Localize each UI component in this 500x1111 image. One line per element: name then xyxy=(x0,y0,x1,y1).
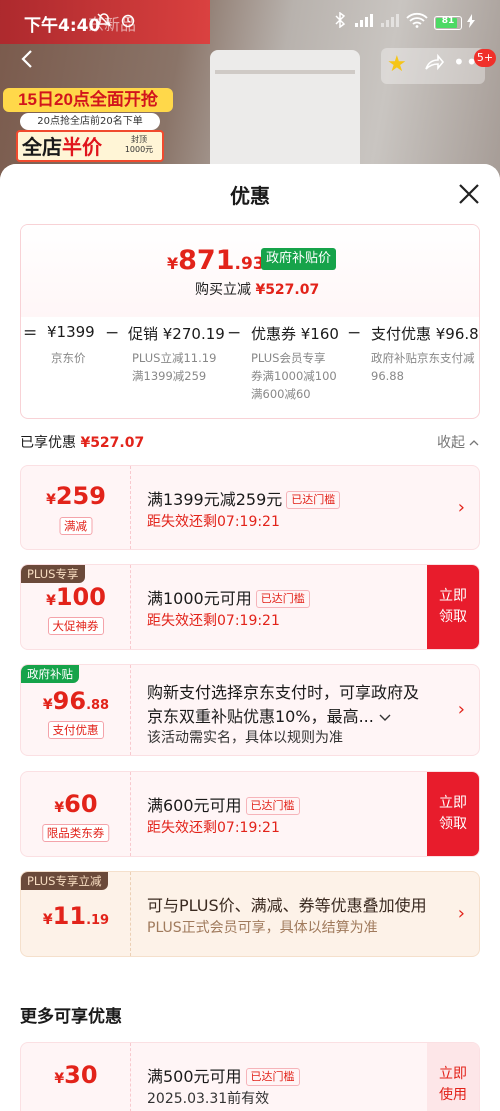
breakdown-promotion: 促销 ¥270.19 PLUS立减11.19 满1399减259 xyxy=(128,325,225,383)
status-bar: 下午4:40 东新品 81 xyxy=(0,8,500,38)
use-button[interactable]: 立即使用 xyxy=(427,1043,479,1111)
coupon-amount: ¥30 xyxy=(54,1061,98,1089)
equals-operator: = xyxy=(23,323,38,343)
message-badge: 5+ xyxy=(474,49,496,67)
plus-reduce-flag: PLUS专享立减 xyxy=(21,872,108,890)
threshold-badge: 已达门槛 xyxy=(245,797,300,815)
back-arrow-icon xyxy=(21,50,32,68)
coupon-card[interactable]: ¥100 大促神券 PLUS专享 满1000元可用 已达门槛 距失效还剩07:19… xyxy=(20,564,480,650)
price-breakdown: = ¥1399 京东价 − 促销 ¥270.19 PLUS立减11.19 满13… xyxy=(21,323,480,418)
sheet-title: 优惠 xyxy=(230,184,270,208)
reduce-line: 购买立减 ¥527.07 xyxy=(195,282,320,298)
coupon-amount: ¥96.88 xyxy=(42,687,110,715)
promo-subline: 20点抢全店前20名下单 xyxy=(20,113,160,130)
coupon-title: 满600元可用 已达门槛 xyxy=(147,792,300,816)
minus-operator: − xyxy=(105,323,120,343)
charging-icon xyxy=(466,14,476,32)
plus-exclusive-flag: PLUS专享 xyxy=(21,565,85,583)
signal-icon xyxy=(354,12,376,32)
coupon-type: 支付优惠 xyxy=(47,721,104,739)
battery-indicator: 81 xyxy=(434,16,462,30)
more-discounts-title: 更多可享优惠 xyxy=(20,1007,122,1027)
chevron-right-icon: › xyxy=(457,903,465,924)
gov-subsidy-tag: 政府补贴价 xyxy=(261,248,337,270)
top-action-pill: ★ ••• xyxy=(381,48,490,84)
coupon-amount-area: ¥259 满减 xyxy=(21,466,131,549)
coupon-type: 限品类东券 xyxy=(41,824,110,842)
breakdown-coupon: 优惠券 ¥160 PLUS会员专享 券满1000减100 满600减60 xyxy=(251,325,339,401)
coupon-note: 该活动需实名，具体以规则为准 xyxy=(147,730,343,746)
coupon-title: 可与PLUS价、满减、券等优惠叠加使用 xyxy=(147,896,427,915)
coupon-card[interactable]: ¥96.88 支付优惠 政府补贴 购新支付选择京东支付时，可享政府及 京东双重补… xyxy=(20,664,480,756)
promo-big-text: 全店半价 xyxy=(22,135,102,159)
back-button[interactable] xyxy=(12,48,42,78)
promo-banner: 15日20点全面开抢 20点抢全店前20名下单 全店半价 封顶1000元 xyxy=(0,88,175,164)
coupon-title-line2: 京东双重补贴优惠10%，最高... xyxy=(147,703,391,727)
final-price: ¥871.93 xyxy=(167,245,265,276)
coupon-title: 满500元可用 已达门槛 xyxy=(147,1063,300,1087)
battery-text: 81 xyxy=(441,16,455,26)
minus-operator: − xyxy=(227,323,242,343)
coupon-type: 大促神券 xyxy=(47,617,104,635)
promo-cap: 封顶1000元 xyxy=(124,135,154,154)
coupon-amount: ¥11.19 xyxy=(42,902,110,930)
coupon-amount: ¥259 xyxy=(46,482,106,510)
coupon-card[interactable]: ¥30 满500元可用 已达门槛 2025.03.31前有效 立即使用 xyxy=(20,1042,480,1111)
close-button[interactable] xyxy=(455,180,483,208)
coupon-title: 满1000元可用 已达门槛 xyxy=(147,585,310,609)
wifi-icon xyxy=(406,12,428,32)
coupon-countdown: 距失效还剩07:19:21 xyxy=(147,613,280,629)
gov-subsidy-flag: 政府补贴 xyxy=(21,665,79,683)
chevron-up-icon xyxy=(469,440,479,446)
coupon-card[interactable]: ¥60 限品类东券 满600元可用 已达门槛 距失效还剩07:19:21 立即领取 xyxy=(20,771,480,857)
close-icon xyxy=(459,184,479,204)
alarm-icon xyxy=(120,12,136,32)
bluetooth-icon xyxy=(334,11,346,32)
collapse-button[interactable]: 收起 xyxy=(437,432,479,452)
coupon-card[interactable]: ¥11.19 PLUS专享立减 可与PLUS价、满减、券等优惠叠加使用 PLUS… xyxy=(20,871,480,957)
coupon-amount: ¥100 xyxy=(46,583,106,611)
breakdown-list-price: ¥1399 京东价 xyxy=(47,323,95,365)
expand-chevron-icon[interactable] xyxy=(379,714,391,722)
breakdown-payment: 支付优惠 ¥96.88 政府补贴京东支付减 96.88 xyxy=(371,325,480,383)
mute-icon xyxy=(96,12,112,32)
threshold-badge: 已达门槛 xyxy=(255,590,310,608)
coupon-type: 满减 xyxy=(59,517,92,535)
favorite-star-icon[interactable]: ★ xyxy=(387,52,407,77)
enjoyed-discount: 已享优惠 ¥527.07 xyxy=(20,435,145,451)
claim-button[interactable]: 立即领取 xyxy=(427,772,479,856)
coupon-amount-area: ¥30 xyxy=(21,1043,131,1111)
product-image-detail xyxy=(215,70,355,74)
coupon-note: PLUS正式会员可享，具体以结算为准 xyxy=(147,920,378,936)
discount-sheet: 优惠 ¥871.93 政府补贴价 购买立减 ¥527.07 = ¥1399 京东… xyxy=(0,164,500,1111)
coupon-amount-area: ¥60 限品类东券 xyxy=(21,772,131,856)
claim-button[interactable]: 立即领取 xyxy=(427,565,479,649)
chevron-right-icon: › xyxy=(457,497,465,518)
coupon-card[interactable]: ¥259 满减 满1399元减259元 已达门槛 距失效还剩07:19:21 › xyxy=(20,465,480,550)
coupon-validity: 2025.03.31前有效 xyxy=(147,1091,270,1107)
signal-2-icon xyxy=(380,12,402,32)
coupon-title: 满1399元减259元 已达门槛 xyxy=(147,486,341,510)
coupon-title: 购新支付选择京东支付时，可享政府及 xyxy=(147,683,420,702)
promo-box: 全店半价 封顶1000元 xyxy=(16,130,164,162)
chevron-right-icon: › xyxy=(457,699,465,720)
minus-operator: − xyxy=(347,323,362,343)
price-summary: ¥871.93 政府补贴价 购买立减 ¥527.07 = ¥1399 京东价 −… xyxy=(20,224,480,419)
promo-headline: 15日20点全面开抢 xyxy=(3,88,173,112)
threshold-badge: 已达门槛 xyxy=(245,1068,300,1086)
coupon-countdown: 距失效还剩07:19:21 xyxy=(147,820,280,836)
coupon-amount: ¥60 xyxy=(54,790,98,818)
share-icon[interactable] xyxy=(423,52,445,79)
threshold-badge: 已达门槛 xyxy=(286,491,341,509)
sheet-header: 优惠 xyxy=(0,164,500,224)
coupon-countdown: 距失效还剩07:19:21 xyxy=(147,514,280,530)
